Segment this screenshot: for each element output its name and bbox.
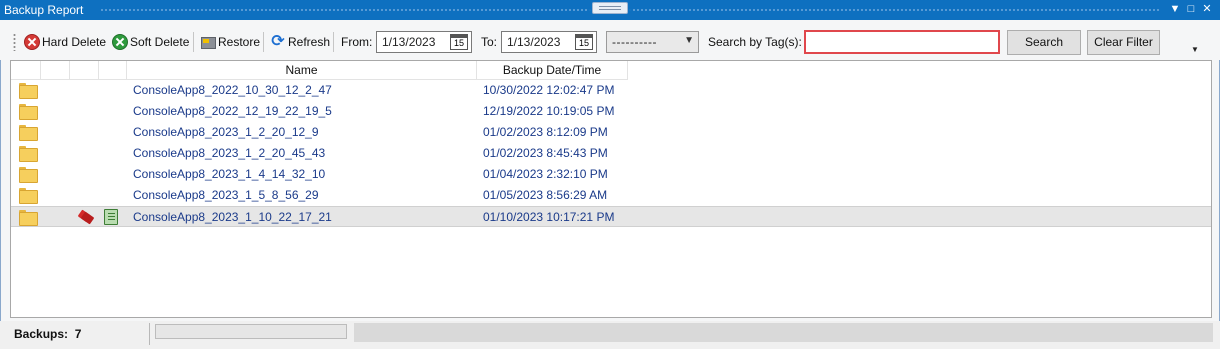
header-backup-date[interactable]: Backup Date/Time — [477, 61, 628, 80]
header-tag-col[interactable] — [70, 61, 99, 80]
tag-icon[interactable] — [77, 210, 93, 224]
table-row[interactable]: ConsoleApp8_2023_1_2_20_12_9 01/02/2023 8… — [11, 122, 1211, 143]
clear-filter-button[interactable]: Clear Filter — [1087, 30, 1160, 55]
table-row[interactable]: ConsoleApp8_2023_1_10_22_17_21 01/10/2023… — [11, 206, 1211, 227]
backup-date: 01/05/2023 8:56:29 AM — [483, 188, 608, 202]
search-button[interactable]: Search — [1007, 30, 1081, 55]
folder-icon — [19, 210, 38, 226]
toolbar-separator — [263, 32, 264, 52]
backup-name[interactable]: ConsoleApp8_2023_1_2_20_45_43 — [133, 146, 325, 160]
header-name[interactable]: Name — [127, 61, 477, 80]
backup-name[interactable]: ConsoleApp8_2023_1_5_8_56_29 — [133, 188, 319, 202]
toolbar-separator — [193, 32, 194, 52]
window-title: Backup Report — [4, 3, 84, 17]
folder-icon — [19, 146, 38, 162]
toolbar: Hard Delete Soft Delete Restore ⟳ Refres… — [0, 20, 1220, 60]
soft-delete-button[interactable]: Soft Delete — [112, 32, 189, 52]
soft-delete-icon — [112, 34, 128, 50]
header-blank-col[interactable] — [41, 61, 70, 80]
maximize-button[interactable]: □ — [1184, 2, 1198, 16]
backup-date: 01/02/2023 8:12:09 PM — [483, 125, 608, 139]
grid-header: Name Backup Date/Time — [11, 61, 1211, 80]
hard-delete-label: Hard Delete — [42, 35, 107, 49]
delete-icon — [24, 34, 40, 50]
backup-name[interactable]: ConsoleApp8_2022_12_19_22_19_5 — [133, 104, 332, 118]
calendar-icon[interactable]: 15 — [575, 34, 593, 50]
refresh-icon: ⟳ — [271, 33, 285, 50]
backup-name[interactable]: ConsoleApp8_2023_1_4_14_32_10 — [133, 167, 325, 181]
backup-date: 01/10/2023 10:17:21 PM — [483, 210, 615, 224]
folder-icon — [19, 83, 38, 99]
restore-icon — [200, 35, 216, 49]
hard-delete-button[interactable]: Hard Delete — [24, 32, 106, 52]
to-date-picker[interactable]: 1/13/2023 15 — [501, 31, 597, 53]
table-row[interactable]: ConsoleApp8_2023_1_2_20_45_43 01/02/2023 … — [11, 143, 1211, 164]
window-menu-button[interactable]: ▼ — [1168, 2, 1182, 16]
notes-icon[interactable] — [104, 209, 118, 225]
status-panel — [354, 323, 1213, 342]
backup-name[interactable]: ConsoleApp8_2023_1_10_22_17_21 — [133, 210, 332, 224]
folder-icon — [19, 167, 38, 183]
drag-handle[interactable] — [592, 2, 628, 14]
backup-name[interactable]: ConsoleApp8_2022_10_30_12_2_47 — [133, 83, 332, 97]
close-button[interactable]: ✕ — [1200, 2, 1214, 16]
header-notes-col[interactable] — [99, 61, 127, 80]
from-date-value: 1/13/2023 — [382, 35, 436, 49]
toolbar-separator — [333, 32, 334, 52]
title-bar: Backup Report ▼ □ ✕ — [0, 0, 1220, 20]
backup-date: 01/02/2023 8:45:43 PM — [483, 146, 608, 160]
status-bar: Backups: 7 — [0, 321, 1220, 349]
calendar-icon[interactable]: 15 — [450, 34, 468, 50]
filter-combo[interactable]: ---------- ▼ — [606, 31, 699, 53]
table-row[interactable]: ConsoleApp8_2022_10_30_12_2_47 10/30/2022… — [11, 80, 1211, 101]
tag-search-input[interactable] — [804, 30, 1000, 54]
tag-search-label: Search by Tag(s): — [708, 35, 802, 49]
refresh-label: Refresh — [288, 35, 331, 49]
backup-date: 12/19/2022 10:19:05 PM — [483, 104, 615, 118]
filter-combo-value: ---------- — [612, 35, 657, 49]
from-label: From: — [341, 35, 373, 49]
refresh-button[interactable]: ⟳ Refresh — [270, 32, 330, 52]
backups-count: Backups: 7 — [14, 327, 82, 341]
soft-delete-label: Soft Delete — [130, 35, 190, 49]
toolbar-overflow-icon[interactable]: ▼ — [1191, 45, 1199, 54]
header-folder-col[interactable] — [11, 61, 41, 80]
table-row[interactable]: ConsoleApp8_2023_1_4_14_32_10 01/04/2023 … — [11, 164, 1211, 185]
backup-grid[interactable]: Name Backup Date/Time ConsoleApp8_2022_1… — [10, 60, 1212, 318]
backup-date: 10/30/2022 12:02:47 PM — [483, 83, 615, 97]
status-separator — [149, 323, 150, 345]
restore-label: Restore — [218, 35, 261, 49]
backup-name[interactable]: ConsoleApp8_2023_1_2_20_12_9 — [133, 125, 319, 139]
folder-icon — [19, 125, 38, 141]
progress-bar — [155, 324, 347, 339]
to-date-value: 1/13/2023 — [507, 35, 561, 49]
chevron-down-icon: ▼ — [684, 35, 694, 46]
backup-date: 01/04/2023 2:32:10 PM — [483, 167, 608, 181]
toolbar-grip[interactable] — [13, 33, 16, 51]
folder-icon — [19, 188, 38, 204]
from-date-picker[interactable]: 1/13/2023 15 — [376, 31, 472, 53]
to-label: To: — [481, 35, 498, 49]
table-row[interactable]: ConsoleApp8_2023_1_5_8_56_29 01/05/2023 8… — [11, 185, 1211, 206]
restore-button[interactable]: Restore — [200, 32, 260, 52]
table-row[interactable]: ConsoleApp8_2022_12_19_22_19_5 12/19/2022… — [11, 101, 1211, 122]
folder-icon — [19, 104, 38, 120]
